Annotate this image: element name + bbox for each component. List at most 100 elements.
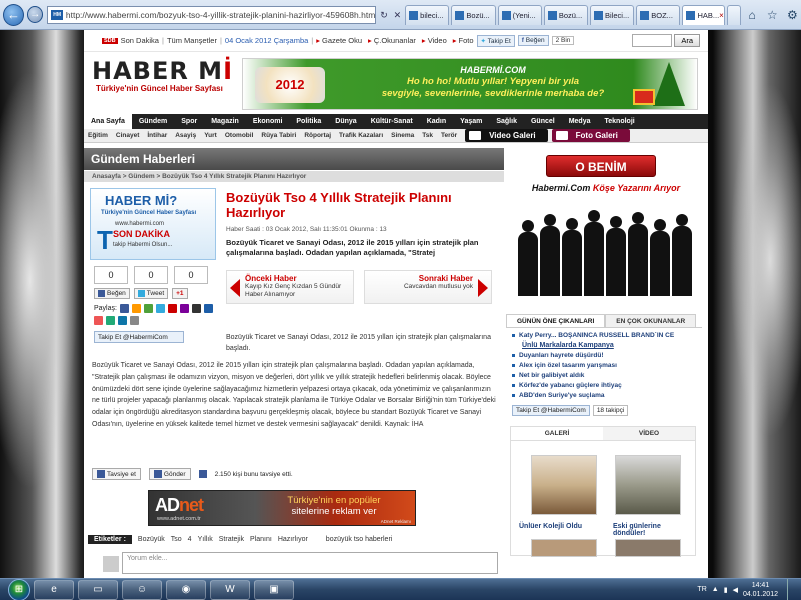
site-logo[interactable]: HABER Mİ Türkiye'nin Güncel Haber Sayfas… (92, 58, 238, 93)
gazete-oku-link[interactable]: Gazete Oku (322, 36, 362, 45)
address-bar[interactable]: HM http://www.habermi.com/bozyuk-tso-4-y… (47, 5, 377, 24)
google-plusone-button[interactable]: +1 (172, 288, 188, 299)
tray-arrow-icon[interactable]: ▲ (712, 586, 719, 593)
nav-item[interactable]: Dünya (328, 114, 363, 129)
home-icon[interactable]: ⌂ (744, 6, 761, 24)
tweet-button[interactable]: Tweet (133, 288, 169, 299)
tavsiye-button[interactable]: Tavsiye et (92, 468, 141, 480)
browser-tab[interactable]: (Yeni... (497, 4, 542, 25)
foto-link[interactable]: Foto (459, 36, 474, 45)
news-list-item[interactable]: Net bir galibiyet aldık (512, 371, 698, 380)
linkedin-icon[interactable] (118, 316, 127, 325)
refresh-icon[interactable]: ↻ (378, 7, 389, 23)
start-button[interactable]: ⊞ (8, 578, 30, 600)
tag-link[interactable]: 4 (188, 536, 192, 543)
comment-input[interactable]: Yorum ekle... (103, 552, 498, 574)
tag-link[interactable]: Yıllık (198, 536, 213, 543)
network-icon[interactable]: ▮ (724, 586, 728, 594)
subnav-item[interactable]: İntihar (143, 132, 171, 139)
habermi-ad[interactable]: HABER Mİ? Türkiye'nin Güncel Haber Sayfa… (90, 188, 216, 260)
search-button[interactable]: Ara (674, 34, 700, 47)
nav-item[interactable]: Yaşam (453, 114, 489, 129)
gmail-icon[interactable] (167, 304, 177, 313)
browser-tab[interactable]: Bozü... (451, 4, 496, 25)
subnav-item[interactable]: Otomobil (221, 132, 258, 139)
gear-icon[interactable]: ⚙ (784, 6, 801, 24)
back-arrow-icon[interactable]: ← (3, 3, 25, 26)
yahoo-icon[interactable] (179, 304, 189, 313)
tab-one-cikanlar[interactable]: GÜNÜN ÖNE ÇIKANLARI (506, 314, 606, 327)
previous-news-link[interactable]: Önceki Haber Kayıp Kız Genç Kızdan 5 Gün… (226, 270, 354, 304)
digg-icon[interactable] (203, 304, 213, 313)
stop-icon[interactable]: ✕ (392, 7, 403, 23)
facebook-like-button[interactable]: Beğen (94, 288, 130, 299)
nav-item[interactable]: Ekonomi (246, 114, 290, 129)
acrobat-icon[interactable]: ▣ (254, 579, 294, 600)
folder-icon[interactable]: ▭ (78, 579, 118, 600)
nav-item[interactable]: Sağlık (489, 114, 524, 129)
breadcrumb[interactable]: Anasayfa > Gündem > Bozüyük Tso 4 Yıllık… (84, 171, 504, 182)
subnav-item[interactable]: Eğitim (84, 132, 112, 139)
clock[interactable]: 14:41 04.01.2012 (743, 581, 778, 599)
show-desktop-button[interactable] (787, 578, 795, 600)
chrome-icon[interactable]: ◉ (166, 579, 206, 600)
gallery-caption[interactable]: Ünlüer Kolejli Oldu (519, 523, 582, 530)
facebook-share-icon[interactable] (119, 304, 129, 313)
news-list-item[interactable]: Alex için özel tasarım yarışması (512, 361, 698, 370)
nav-item[interactable]: Kültür-Sanat (364, 114, 420, 129)
browser-tab[interactable]: BOZ... (636, 4, 681, 25)
language-indicator[interactable]: TR (697, 586, 706, 593)
subnav-item[interactable]: Yurt (200, 132, 221, 139)
volume-icon[interactable]: ◀ (733, 586, 738, 594)
nav-item[interactable]: Teknoloji (598, 114, 642, 129)
twitter-follow-button[interactable]: Takip Et @HabermiCom (94, 331, 184, 343)
tum-mansetler-link[interactable]: Tüm Manşetler (167, 36, 217, 45)
facebook-like-button[interactable]: f Beğen (517, 35, 549, 46)
gonder-button[interactable]: Gönder (148, 468, 191, 480)
tag-link[interactable]: bozüyük tso haberleri (326, 536, 393, 543)
browser-tab[interactable]: bileci... (405, 4, 450, 25)
subnav-item[interactable]: Trafik Kazaları (335, 132, 387, 139)
internet-explorer-icon[interactable]: e (34, 579, 74, 600)
nav-item[interactable]: Ana Sayfa (84, 114, 132, 129)
new-tab-button[interactable] (726, 4, 741, 25)
forward-arrow-icon[interactable]: → (27, 6, 44, 23)
messenger-icon[interactable]: ☺ (122, 579, 162, 600)
news-list-item[interactable]: Katy Perry... BOŞANINCA RUSSELL BRAND`IN… (512, 331, 698, 340)
nav-item[interactable]: Politika (289, 114, 328, 129)
tag-link[interactable]: Planını (250, 536, 272, 543)
subnav-item[interactable]: Röportaj (300, 132, 335, 139)
next-news-link[interactable]: Sonraki Haber Cavcavdan mutlusu yok (364, 270, 492, 304)
news-list-item[interactable]: ABD'den Suriye'ye suçlama (512, 391, 698, 400)
browser-tab[interactable]: Bozü... (543, 4, 589, 25)
tab-galeri[interactable]: GALERİ (511, 427, 603, 440)
gallery-thumbnail[interactable] (615, 539, 681, 557)
subnav-item[interactable]: Tsk (418, 132, 437, 139)
tab-video[interactable]: VİDEO (603, 427, 695, 440)
gallery-thumbnail[interactable] (531, 539, 597, 557)
delicious-icon[interactable] (131, 304, 141, 313)
subnav-item[interactable]: Sinema (387, 132, 418, 139)
tag-link[interactable]: Bozüyük (138, 536, 165, 543)
tag-link[interactable]: Tso (171, 536, 182, 543)
favorites-star-icon[interactable]: ☆ (764, 6, 781, 24)
video-gallery-button[interactable]: Video Galeri (465, 129, 548, 142)
twitter-follow-button[interactable]: Takip Et @HabermiCom (512, 405, 590, 416)
subnav-item[interactable]: Asayiş (171, 132, 200, 139)
news-list-item[interactable]: Körfez'de yabancı güçlere ihtiyaç (512, 381, 698, 390)
nav-item[interactable]: Gündem (132, 114, 174, 129)
nav-item[interactable]: Spor (174, 114, 204, 129)
print-icon[interactable] (191, 304, 201, 313)
photo-gallery-button[interactable]: Foto Galeri (551, 129, 630, 142)
tab-cok-okunanlar[interactable]: EN ÇOK OKUNANLAR (605, 314, 697, 327)
more-share-icon[interactable] (130, 316, 139, 325)
tag-link[interactable]: Stratejik (219, 536, 244, 543)
news-list-item[interactable]: Ünlü Markalarda Kampanya (512, 341, 698, 350)
columnist-ad[interactable]: O BENİM Habermi.Com Köşe Yazarını Arıyor (506, 148, 702, 296)
o-benim-button[interactable]: O BENİM (546, 155, 656, 177)
subnav-item[interactable]: Terör (437, 132, 461, 139)
search-input[interactable] (632, 34, 673, 47)
word-icon[interactable]: W (210, 579, 250, 600)
browser-tab[interactable]: Bileci... (590, 4, 635, 25)
adnet-ad[interactable]: ADnet www.adnet.com.tr Türkiye'nin en po… (148, 490, 416, 526)
